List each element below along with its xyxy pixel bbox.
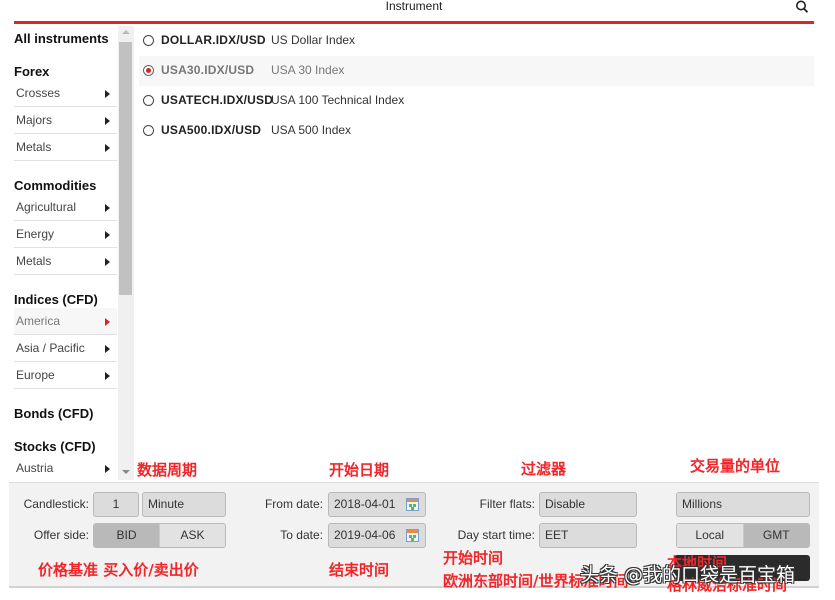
instrument-name: USA 30 Index <box>271 63 345 77</box>
candlestick-label: Candlestick: <box>23 497 89 511</box>
sidebar-item-forex-metals[interactable]: Metals <box>14 134 117 161</box>
sidebar-item-europe[interactable]: Europe <box>14 362 117 389</box>
from-date-value: 2018-04-01 <box>334 497 396 511</box>
sidebar-heading-stocks[interactable]: Stocks (CFD) <box>14 439 96 454</box>
from-date-field[interactable]: 2018-04-01 <box>328 492 426 517</box>
sidebar-heading-bonds[interactable]: Bonds (CFD) <box>14 406 93 421</box>
annotation-period: 数据周期 <box>137 461 198 479</box>
filter-flats-label: Filter flats: <box>479 497 535 511</box>
sidebar-item-label: Europe <box>16 368 55 382</box>
offer-side-label: Offer side: <box>33 528 89 542</box>
search-icon[interactable] <box>795 0 811 14</box>
from-date-label: From date: <box>264 497 323 511</box>
sidebar-item-label: Metals <box>16 254 52 268</box>
watermark: 头条 @我的口袋是百宝箱 <box>580 564 796 586</box>
scroll-down-arrow-icon[interactable] <box>122 470 130 474</box>
local-time-button[interactable]: Local <box>677 524 743 547</box>
annotation-start-date: 开始日期 <box>329 461 390 479</box>
scroll-thumb[interactable] <box>119 42 132 295</box>
sidebar-scrollbar[interactable] <box>118 26 134 480</box>
sidebar-item-label: Austria <box>16 461 54 475</box>
annotation-start-time: 开始时间 <box>443 549 504 567</box>
sidebar-item-label: Energy <box>16 227 55 241</box>
instrument-name: US Dollar Index <box>271 33 356 47</box>
bid-button[interactable]: BID <box>94 524 159 547</box>
instrument-row-usa500[interactable]: USA500.IDX/USD USA 500 Index <box>139 116 814 146</box>
sidebar-all-instruments[interactable]: All instruments <box>14 31 109 46</box>
caret-right-icon <box>105 372 110 380</box>
annotation-end-time: 结束时间 <box>329 561 390 579</box>
calendar-icon[interactable] <box>406 529 419 542</box>
instrument-dialog: Instrument All instruments Forex Crosses… <box>0 0 835 600</box>
sidebar-item-agricultural[interactable]: Agricultural <box>14 194 117 221</box>
to-date-field[interactable]: 2019-04-06 <box>328 523 426 548</box>
caret-right-icon <box>105 144 110 152</box>
instrument-code: USATECH.IDX/USD <box>161 93 274 107</box>
day-start-select[interactable]: EET <box>539 523 637 548</box>
radio-button[interactable] <box>143 95 154 106</box>
annotation-filter: 过滤器 <box>521 460 567 478</box>
sidebar-item-label: Majors <box>16 113 53 127</box>
radio-button[interactable] <box>143 125 154 136</box>
sidebar-item-label: Asia / Pacific <box>16 341 85 355</box>
sidebar-item-crosses[interactable]: Crosses <box>14 80 117 107</box>
header-accent-rule <box>14 21 814 24</box>
instrument-code: USA30.IDX/USD <box>161 63 255 77</box>
sidebar-item-energy[interactable]: Energy <box>14 221 117 248</box>
caret-right-icon <box>105 345 110 353</box>
ask-button[interactable]: ASK <box>159 524 225 547</box>
sidebar-heading-commodities[interactable]: Commodities <box>14 178 96 193</box>
caret-right-icon <box>105 318 110 326</box>
sidebar-item-commodity-metals[interactable]: Metals <box>14 248 117 275</box>
caret-right-icon <box>105 117 110 125</box>
sidebar-item-label: America <box>16 314 61 328</box>
volume-unit-select[interactable]: Millions <box>676 492 810 517</box>
instrument-row-dollar[interactable]: DOLLAR.IDX/USD US Dollar Index <box>139 26 814 56</box>
to-date-label: To date: <box>280 528 323 542</box>
sidebar-item-majors[interactable]: Majors <box>14 107 117 134</box>
annotation-volume-unit: 交易量的单位 <box>690 457 781 475</box>
instrument-row-usa30[interactable]: USA30.IDX/USD USA 30 Index <box>139 56 814 86</box>
candlestick-unit-select[interactable]: Minute <box>142 492 226 517</box>
sidebar-heading-indices[interactable]: Indices (CFD) <box>14 292 98 307</box>
sidebar-item-america[interactable]: America <box>14 308 117 335</box>
sidebar-item-label: Metals <box>16 140 52 154</box>
instrument-code: USA500.IDX/USD <box>161 123 262 137</box>
sidebar-item-austria[interactable]: Austria <box>14 455 117 482</box>
caret-right-icon <box>105 90 110 98</box>
sidebar-item-asia-pacific[interactable]: Asia / Pacific <box>14 335 117 362</box>
scroll-up-arrow-icon[interactable] <box>122 30 130 34</box>
gmt-button[interactable]: GMT <box>742 524 809 547</box>
annotation-price-basis: 价格基准 买入价/卖出价 <box>38 561 199 579</box>
sidebar-item-label: Agricultural <box>16 200 77 214</box>
header: Instrument <box>0 0 835 22</box>
offer-side-toggle: BID ASK <box>93 523 226 548</box>
caret-right-icon <box>105 465 110 473</box>
radio-button[interactable] <box>143 35 154 46</box>
radio-selected-dot <box>146 68 151 73</box>
caret-right-icon <box>105 258 110 266</box>
timezone-toggle: Local GMT <box>676 523 810 548</box>
instrument-list: DOLLAR.IDX/USD US Dollar Index USA30.IDX… <box>139 26 814 146</box>
filter-flats-select[interactable]: Disable <box>539 492 637 517</box>
page-title: Instrument <box>385 0 443 13</box>
calendar-icon[interactable] <box>406 498 419 511</box>
caret-right-icon <box>105 204 110 212</box>
sidebar-item-label: Crosses <box>16 86 61 100</box>
instrument-row-usatech[interactable]: USATECH.IDX/USD USA 100 Technical Index <box>139 86 814 116</box>
candlestick-count-field[interactable]: 1 <box>93 492 139 517</box>
day-start-label: Day start time: <box>457 528 535 542</box>
instrument-name: USA 500 Index <box>271 123 352 137</box>
instrument-code: DOLLAR.IDX/USD <box>161 33 266 47</box>
radio-button[interactable] <box>143 65 154 76</box>
caret-right-icon <box>105 231 110 239</box>
sidebar-heading-forex[interactable]: Forex <box>14 64 49 79</box>
instrument-name: USA 100 Technical Index <box>271 93 405 107</box>
category-sidebar: All instruments Forex Crosses Majors Met… <box>14 26 118 480</box>
to-date-value: 2019-04-06 <box>334 528 396 542</box>
